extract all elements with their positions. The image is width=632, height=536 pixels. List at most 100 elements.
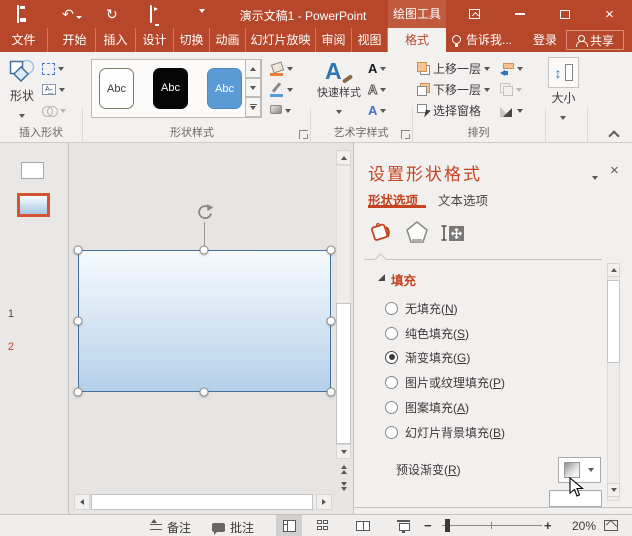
bring-forward-button[interactable]: 上移一层 <box>417 59 491 78</box>
ribbon-options-button[interactable] <box>452 0 497 28</box>
text-fill-button[interactable]: A <box>368 59 387 78</box>
text-outline-button[interactable]: A <box>367 80 387 99</box>
shape-styles-dialog-launcher[interactable] <box>299 130 308 139</box>
section-collapse-icon[interactable] <box>378 274 385 281</box>
gradient-rectangle-shape[interactable] <box>78 250 331 392</box>
normal-view-button[interactable] <box>276 515 302 536</box>
tab-insert[interactable]: 插入 <box>96 28 136 52</box>
zoom-in-button[interactable]: + <box>544 518 552 533</box>
gallery-scroll-up-button[interactable] <box>245 59 261 78</box>
tab-view[interactable]: 视图 <box>352 28 388 52</box>
resize-handle-bottom-right[interactable] <box>326 387 336 397</box>
shape-effects-button[interactable] <box>270 101 291 120</box>
slide-sorter-view-button[interactable] <box>310 515 336 536</box>
resize-handle-middle-right[interactable] <box>326 316 336 326</box>
fill-option-picture-texture[interactable]: 图片或纹理填充(P) <box>385 374 505 390</box>
canvas-scroll-up-button[interactable] <box>336 150 351 165</box>
slide-2-thumbnail-selected[interactable] <box>17 193 50 217</box>
resize-handle-middle-left[interactable] <box>73 316 83 326</box>
tab-format-active[interactable]: 格式 <box>388 28 446 52</box>
quick-styles-button[interactable]: A 快速样式 <box>314 56 364 124</box>
shapes-gallery-button[interactable]: 形状 <box>3 56 41 124</box>
fill-section-header[interactable]: 填充 <box>391 270 416 289</box>
slide-1-thumbnail[interactable] <box>21 162 44 179</box>
text-effects-button[interactable]: A <box>368 101 387 120</box>
undo-button[interactable]: ↶ <box>60 5 84 23</box>
tab-home[interactable]: 开始 <box>54 28 96 52</box>
align-button[interactable] <box>500 59 523 78</box>
reading-view-button[interactable] <box>350 515 376 536</box>
wordart-dialog-launcher[interactable] <box>401 130 410 139</box>
fill-option-no-fill[interactable]: 无填充(N) <box>385 300 458 316</box>
close-window-button[interactable]: × <box>587 0 632 28</box>
pane-scroll-down-button[interactable] <box>607 483 620 497</box>
zoom-level[interactable]: 20% <box>564 519 596 533</box>
share-button[interactable]: 共享 <box>566 30 624 50</box>
resize-handle-top-center[interactable] <box>199 245 209 255</box>
selection-pane-button[interactable]: 选择窗格 <box>417 101 481 120</box>
tab-review[interactable]: 审阅 <box>316 28 352 52</box>
canvas-scroll-right-button[interactable] <box>316 494 332 510</box>
fill-line-category-button[interactable] <box>368 220 396 248</box>
pane-close-button[interactable]: × <box>610 163 619 178</box>
shape-fill-button[interactable] <box>270 59 293 78</box>
zoom-slider-handle[interactable] <box>445 519 450 532</box>
text-box-button[interactable]: A <box>42 80 65 99</box>
gallery-scroll-down-button[interactable] <box>245 78 261 97</box>
canvas-scroll-down-button[interactable] <box>336 444 351 459</box>
tab-animations[interactable]: 动画 <box>210 28 246 52</box>
fill-option-pattern[interactable]: 图案填充(A) <box>385 399 469 415</box>
fill-option-solid[interactable]: 纯色填充(S) <box>385 325 469 341</box>
fit-slide-to-window-button[interactable] <box>604 520 618 534</box>
collapse-ribbon-button[interactable] <box>608 128 618 142</box>
resize-handle-bottom-left[interactable] <box>73 387 83 397</box>
send-backward-button[interactable]: 下移一层 <box>417 80 491 99</box>
rotation-handle[interactable] <box>195 203 214 222</box>
tab-design[interactable]: 设计 <box>136 28 174 52</box>
tab-transitions[interactable]: 切换 <box>174 28 210 52</box>
previous-slide-button[interactable] <box>336 462 351 476</box>
gallery-more-button[interactable] <box>245 97 261 117</box>
tab-text-options[interactable]: 文本选项 <box>438 190 488 209</box>
rotate-button[interactable] <box>500 101 523 120</box>
pane-scroll-thumb[interactable] <box>607 280 620 363</box>
resize-handle-bottom-center[interactable] <box>199 387 209 397</box>
signin-button[interactable]: 登录 <box>528 28 562 52</box>
canvas-horizontal-scroll-thumb[interactable] <box>91 494 313 510</box>
notes-label[interactable]: 备注 <box>167 519 191 536</box>
comments-label[interactable]: 批注 <box>230 519 254 536</box>
group-objects-button[interactable] <box>500 80 522 99</box>
tellme-box[interactable]: 告诉我... <box>452 28 512 52</box>
pane-options-dropdown[interactable] <box>592 169 598 183</box>
context-tools-header[interactable]: 绘图工具 <box>388 0 446 28</box>
resize-handle-top-right[interactable] <box>326 245 336 255</box>
fill-option-gradient-selected[interactable]: 渐变填充(G) <box>385 349 470 365</box>
tab-slideshow[interactable]: 幻灯片放映 <box>246 28 316 52</box>
shape-style-chip[interactable]: Abc <box>99 68 134 109</box>
effects-category-button[interactable] <box>404 220 432 248</box>
next-slide-button[interactable] <box>336 479 351 493</box>
start-slideshow-button[interactable] <box>150 5 152 23</box>
notes-button[interactable] <box>150 519 162 535</box>
shape-style-chip[interactable]: Abc <box>207 68 242 109</box>
merge-shapes-button[interactable] <box>42 101 66 120</box>
canvas-vertical-scroll-thumb[interactable] <box>336 303 351 444</box>
shape-style-chip[interactable]: Abc <box>153 68 188 109</box>
size-dropdown[interactable] <box>560 109 566 123</box>
tab-file[interactable]: 文件 <box>0 28 48 52</box>
maximize-button[interactable] <box>542 0 587 28</box>
zoom-slider-track[interactable] <box>442 525 542 526</box>
zoom-out-button[interactable]: − <box>424 518 432 533</box>
comments-button[interactable] <box>212 521 225 535</box>
slideshow-view-button[interactable] <box>390 515 416 536</box>
canvas-scroll-left-button[interactable] <box>74 494 90 510</box>
edit-shape-button[interactable] <box>42 59 64 78</box>
size-button[interactable]: ↕ <box>548 57 579 88</box>
size-properties-category-button[interactable] <box>440 220 468 248</box>
shape-outline-button[interactable] <box>270 80 293 99</box>
redo-button[interactable]: ↻ <box>106 5 118 23</box>
resize-handle-top-left[interactable] <box>73 245 83 255</box>
pane-scroll-up-button[interactable] <box>607 263 620 277</box>
save-button[interactable] <box>17 5 19 23</box>
minimize-button[interactable] <box>497 0 542 28</box>
